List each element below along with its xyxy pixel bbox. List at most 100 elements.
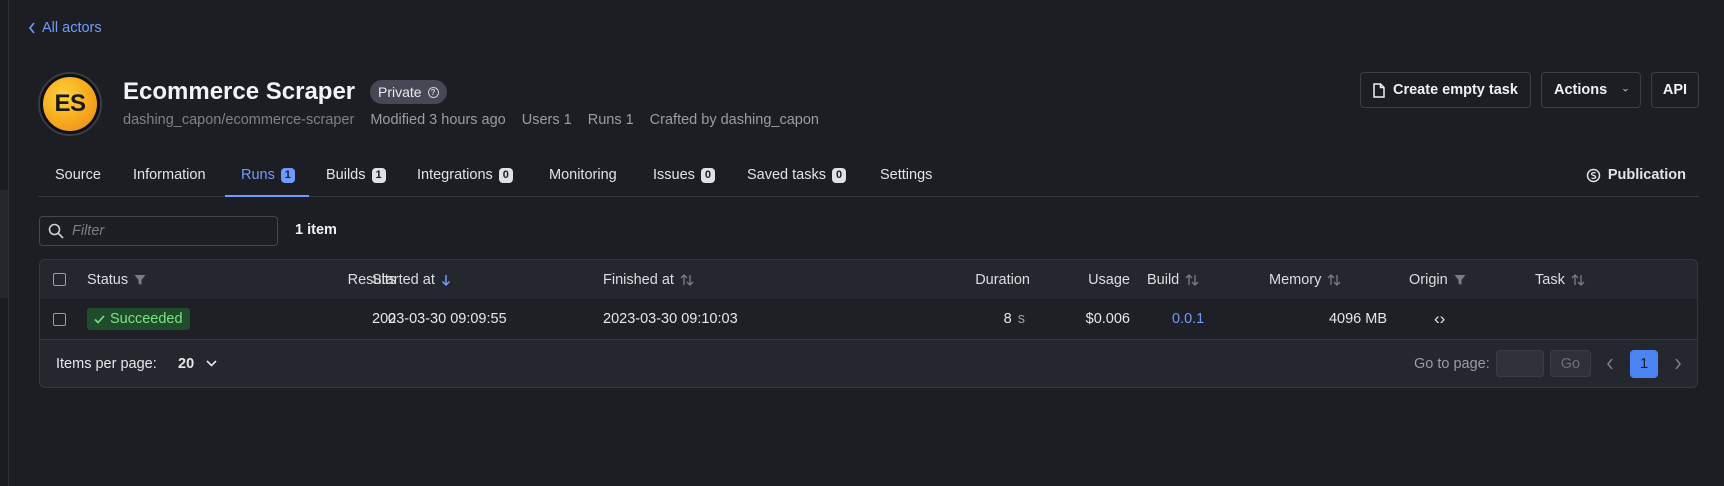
current-page-button[interactable]: 1 (1630, 349, 1658, 378)
column-label: Duration (975, 271, 1030, 288)
tab-label: Monitoring (549, 167, 617, 183)
tab-information[interactable]: Information (133, 154, 206, 196)
column-label: Task (1535, 271, 1565, 288)
column-label: Build (1147, 271, 1180, 288)
status-cell: Succeeded (87, 299, 190, 339)
duration-unit: s (1017, 311, 1025, 327)
tab-settings[interactable]: Settings (880, 154, 932, 196)
goto-page-input[interactable] (1495, 350, 1544, 377)
select-all-checkbox[interactable] (53, 273, 66, 286)
actor-users: Users 1 (521, 112, 572, 128)
table-header: Status Results Started at Finished at Du… (40, 260, 1697, 300)
publication-icon (1586, 168, 1601, 182)
item-count: 1 item (295, 222, 337, 238)
usage-cell: $0.006 (1085, 311, 1130, 327)
column-origin[interactable]: Origin (1409, 260, 1466, 299)
sort-descending-icon[interactable] (441, 274, 451, 286)
tab-label: Settings (880, 167, 933, 183)
tab-badge: 1 (371, 167, 386, 183)
visibility-label: Private (378, 84, 422, 100)
items-per-page-cell: 20 (178, 339, 217, 387)
actor-runs: Runs 1 (587, 112, 634, 128)
back-link-label: All actors (42, 20, 102, 36)
page-list: 1 (1630, 339, 1658, 387)
tab-label: Saved tasks (747, 167, 826, 183)
column-label: Usage (1088, 271, 1130, 288)
memory-cell: 4096 MB (1328, 311, 1387, 327)
chevron-down-icon (1623, 88, 1628, 92)
tab-runs[interactable]: Runs 1 (225, 154, 309, 197)
chevron-right-icon[interactable] (1674, 358, 1682, 370)
prev-page-cell (1606, 339, 1614, 387)
column-label: Origin (1409, 271, 1448, 288)
tab-label: Source (55, 167, 101, 183)
code-icon: ‹› (1434, 309, 1446, 328)
tab-badge: 0 (700, 167, 715, 183)
tab-source[interactable]: Source (55, 154, 101, 196)
sort-icon[interactable] (1571, 273, 1585, 286)
status-label: Succeeded (110, 311, 183, 327)
actions-label: Actions (1554, 82, 1608, 98)
sort-icon[interactable] (680, 273, 694, 286)
runs-table: Status Results Started at Finished at Du… (39, 259, 1698, 388)
column-label: Finished at (603, 271, 674, 288)
row-checkbox[interactable] (53, 312, 66, 326)
sort-icon[interactable] (1185, 273, 1199, 286)
tab-badge: 0 (498, 167, 513, 183)
go-button[interactable]: Go (1549, 350, 1592, 377)
tab-issues[interactable]: Issues 0 (653, 154, 715, 196)
column-finished-at[interactable]: Finished at (603, 260, 694, 299)
actor-meta: dashing_capon/ecommerce-scraper Modified… (123, 112, 819, 128)
duration-value: 8 (1003, 311, 1012, 327)
tab-integrations[interactable]: Integrations 0 (417, 154, 513, 196)
items-per-page-value: 20 (178, 355, 195, 372)
check-icon (94, 314, 105, 324)
visibility-badge[interactable]: Private ? (370, 80, 447, 104)
items-per-page-label: Items per page: (56, 355, 157, 372)
tab-badge: 0 (832, 167, 846, 183)
column-status[interactable]: Status (87, 260, 146, 299)
back-to-actors-link[interactable]: All actors (28, 20, 102, 36)
column-memory[interactable]: Memory (1269, 260, 1341, 299)
actions-dropdown-button[interactable]: Actions (1541, 72, 1641, 108)
chevron-down-icon (206, 360, 217, 367)
actor-avatar: ES (38, 72, 102, 136)
create-empty-task-button[interactable]: Create empty task (1360, 72, 1531, 108)
column-build[interactable]: Build (1147, 260, 1199, 299)
started-at-cell: 2023-03-30 09:09:55 (372, 311, 507, 327)
publication-link[interactable]: Publication (1586, 154, 1686, 196)
duration-cell: 8 s (890, 299, 1025, 339)
finished-at-cell: 2023-03-30 09:10:03 (603, 311, 738, 327)
tab-saved-tasks[interactable]: Saved tasks 0 (747, 154, 846, 196)
tab-label: Runs (241, 167, 275, 183)
column-duration: Duration (890, 260, 1030, 299)
next-page-cell (1674, 339, 1682, 387)
left-sidebar-edge (0, 0, 9, 486)
chevron-left-icon[interactable] (1606, 358, 1614, 370)
actor-modified: Modified 3 hours ago (370, 112, 506, 128)
actor-crafted-by: Crafted by dashing_capon (649, 112, 819, 128)
filter-icon[interactable] (134, 274, 146, 286)
tab-label: Issues (653, 167, 695, 183)
actor-tabs: Source Information Runs 1 Builds 1 Integra… (38, 154, 1699, 197)
row-select-cell (53, 299, 66, 339)
column-label: Started at (372, 271, 435, 288)
question-icon: ? (427, 86, 439, 98)
tab-monitoring[interactable]: Monitoring (549, 154, 617, 196)
select-all-cell (53, 260, 66, 299)
column-label: Status (87, 271, 129, 288)
chevron-left-icon (28, 22, 35, 34)
sort-icon[interactable] (1327, 273, 1341, 286)
filter-field[interactable] (39, 216, 278, 246)
build-link[interactable]: 0.0.1 (1172, 311, 1204, 327)
tab-builds[interactable]: Builds 1 (326, 154, 386, 196)
table-row[interactable]: Succeeded 0 2023-03-30 09:09:55 2023-03-… (40, 299, 1697, 340)
filter-icon[interactable] (1454, 274, 1466, 286)
filter-input[interactable] (70, 222, 274, 240)
column-started-at[interactable]: Started at (372, 260, 451, 299)
items-per-page-select[interactable]: 20 (178, 356, 217, 372)
create-empty-task-label: Create empty task (1393, 82, 1518, 98)
column-task[interactable]: Task (1535, 260, 1585, 299)
api-button[interactable]: API (1651, 72, 1699, 108)
tab-label: Information (133, 167, 206, 183)
